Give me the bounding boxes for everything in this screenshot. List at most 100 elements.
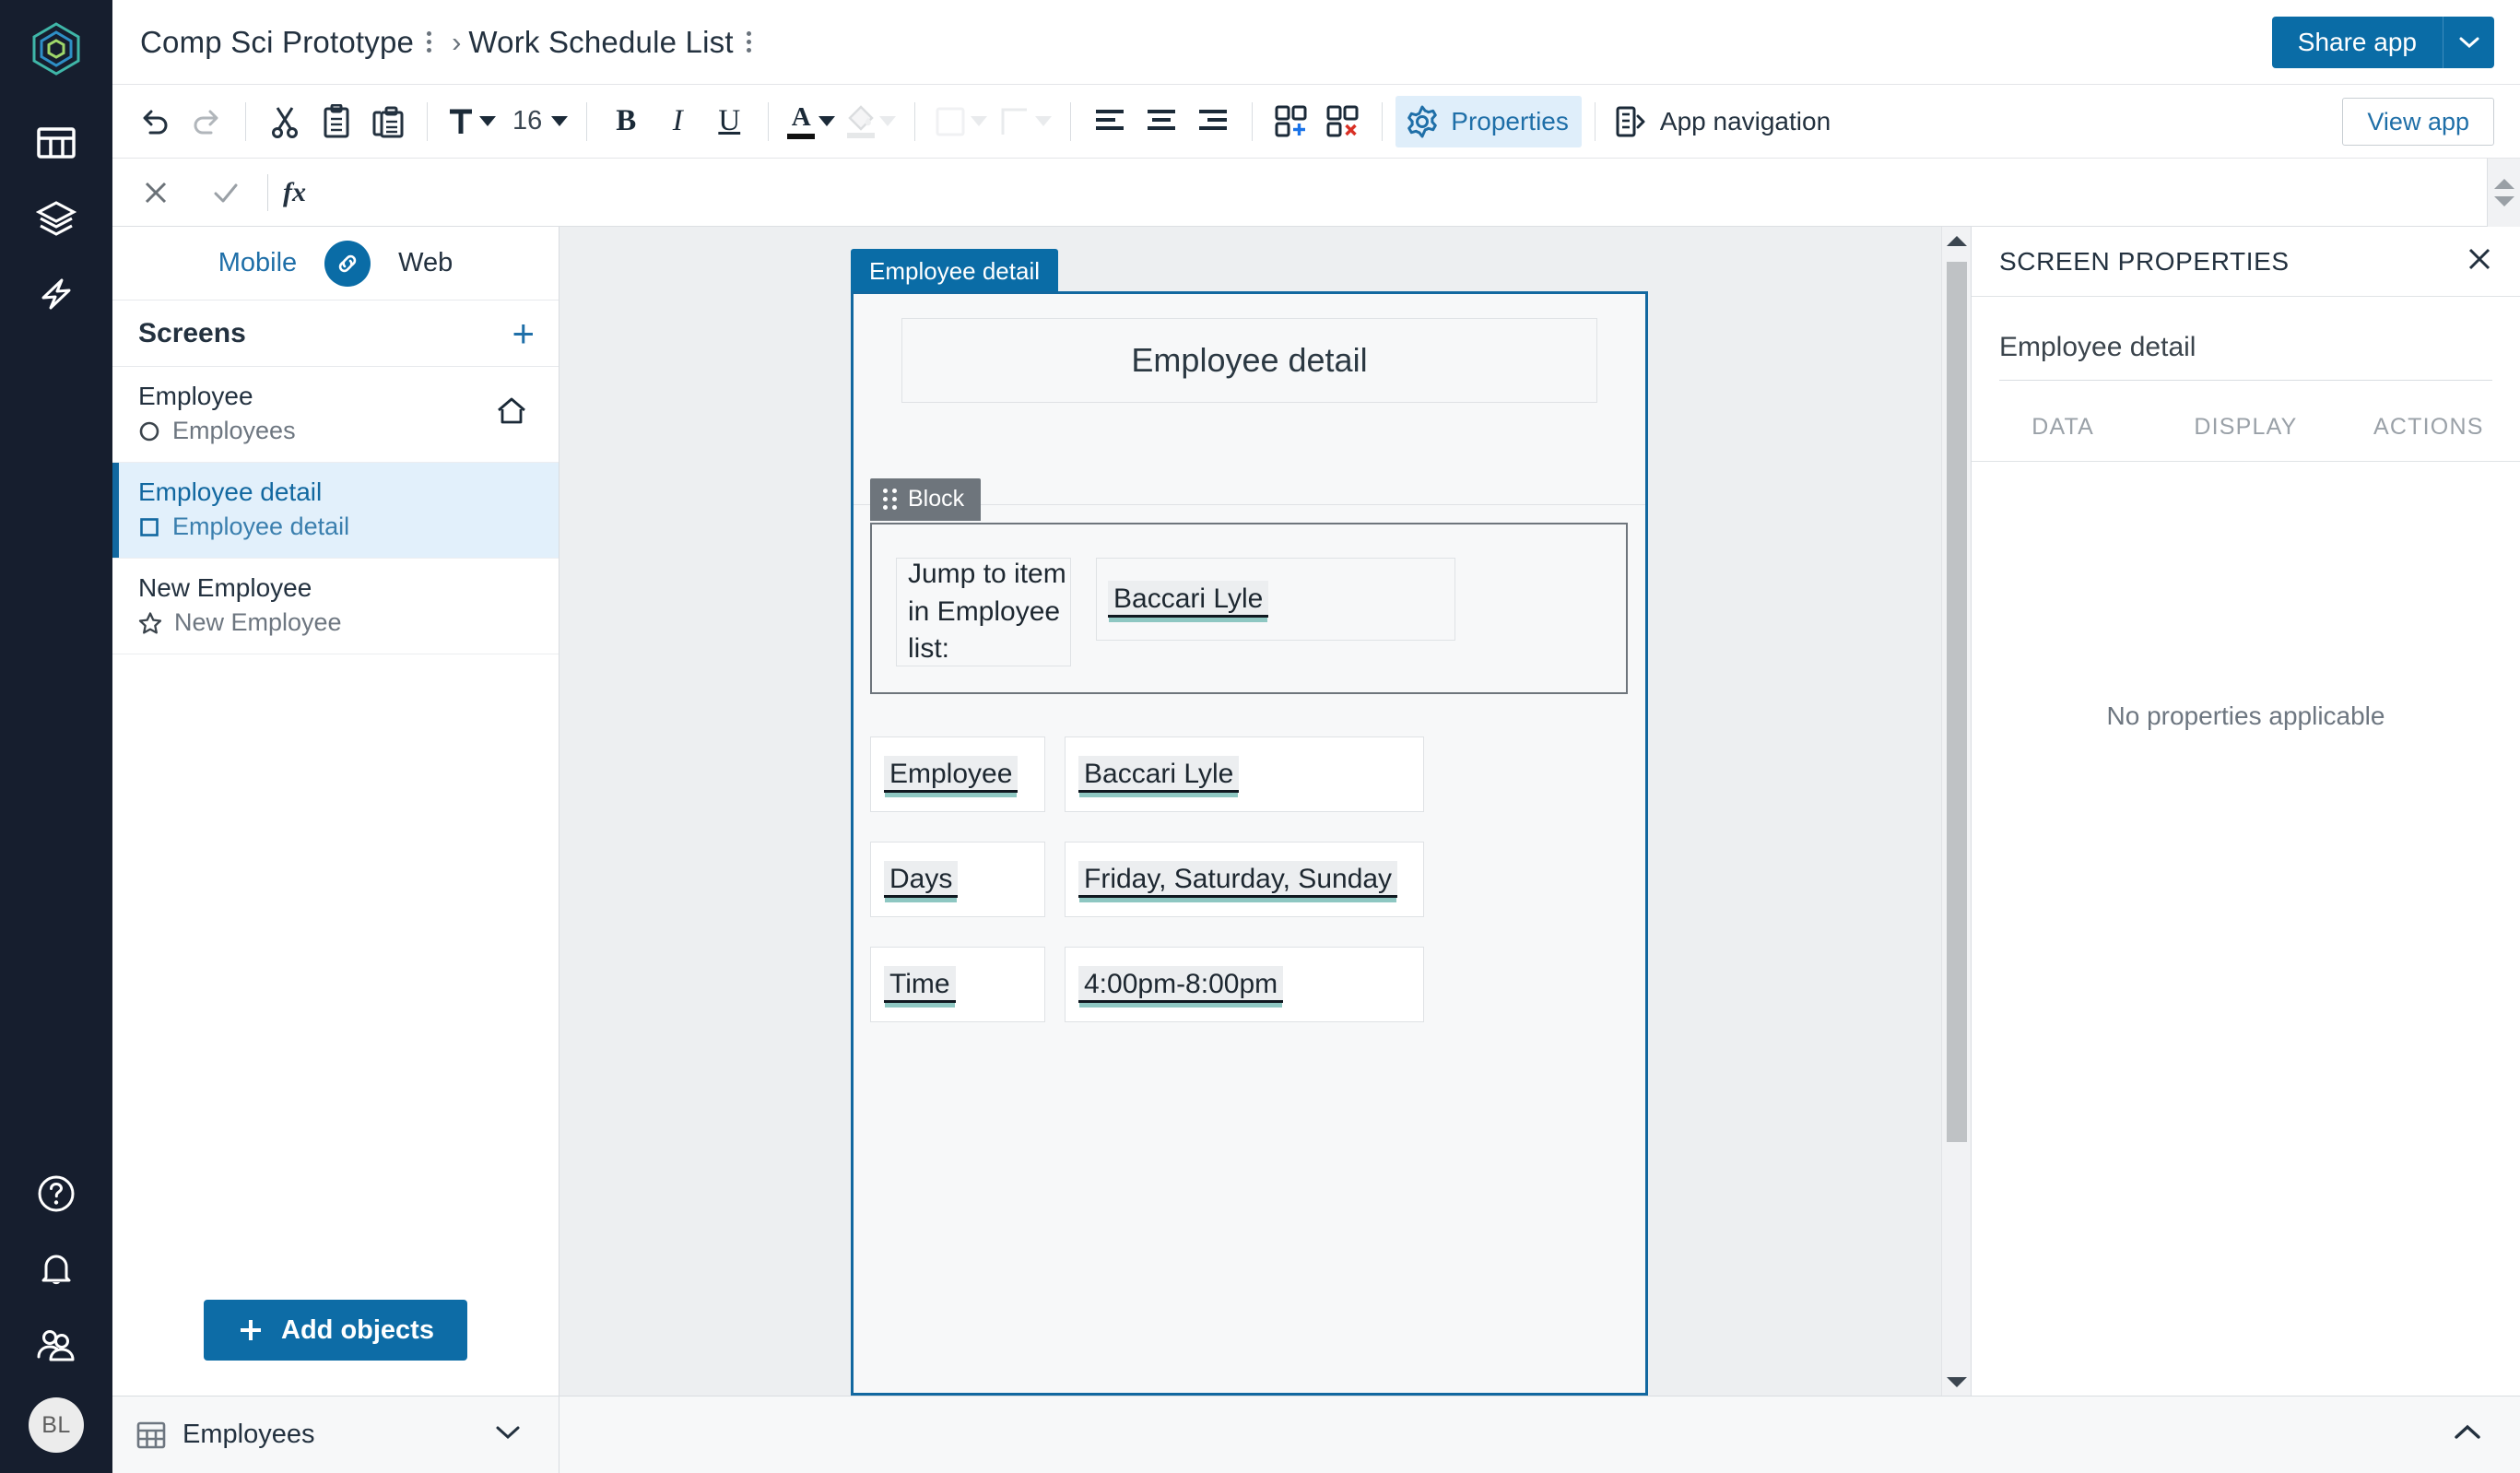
screen-title-cell[interactable]: Employee detail [901,318,1597,403]
toolbar-divider [427,101,428,141]
align-center-button[interactable] [1136,96,1187,147]
cut-button[interactable] [259,96,311,147]
rail-item-team[interactable] [19,1307,93,1383]
properties-label: Properties [1451,106,1569,136]
tab-data[interactable]: DATA [1972,414,2154,461]
screens-title: Screens [138,317,246,348]
app-logo-icon[interactable] [28,20,85,77]
fill-color-caret-icon[interactable] [879,116,897,126]
jump-value: Baccari Lyle [1108,580,1269,619]
copy-button[interactable] [311,96,362,147]
rail-item-app[interactable] [19,181,93,256]
tab-display[interactable]: DISPLAY [2154,414,2337,461]
breadcrumb-app-name[interactable]: Comp Sci Prototype [140,25,414,60]
border-caret-icon[interactable] [1035,116,1053,126]
screen-subtitle: Employees [138,417,535,445]
scroll-down-button[interactable] [1942,1368,1971,1396]
formula-cancel-button[interactable] [129,169,183,217]
sidebar-item-new-employee[interactable]: New Employee New Employee [112,559,559,654]
screen-frame[interactable]: Employee detail Block Jump to item in Em… [851,291,1648,1396]
field-label-cell[interactable]: Days [870,842,1045,917]
view-app-button[interactable]: View app [2342,98,2494,146]
tab-actions[interactable]: ACTIONS [2337,414,2520,461]
block-container[interactable]: Jump to item in Employee list: Baccari L… [870,523,1628,694]
shape-fill-button[interactable] [928,96,993,147]
platform-link-icon[interactable] [324,240,371,287]
field-value-cell[interactable]: Friday, Saturday, Sunday [1065,842,1424,917]
text-color-button[interactable]: A [782,96,841,147]
formula-input[interactable] [306,159,2487,226]
breadcrumb-view-name[interactable]: Work Schedule List [468,25,733,60]
scrollbar-thumb[interactable] [1947,262,1967,1142]
align-left-icon [1096,109,1125,130]
add-screen-button[interactable]: + [512,313,535,353]
share-app-caret-icon[interactable] [2443,17,2494,68]
breadcrumb-view-menu-icon[interactable] [734,31,764,53]
font-size-value: 16 [512,106,543,136]
bold-button[interactable]: B [600,96,652,147]
chevron-down-icon[interactable] [494,1424,522,1445]
field-label-cell[interactable]: Time [870,947,1045,1022]
screen-tab[interactable]: Employee detail [851,249,1058,295]
undo-button[interactable] [129,96,181,147]
top-bar: Comp Sci Prototype › Work Schedule List … [112,0,2520,85]
sidebar-item-employee[interactable]: Employee Employees [112,367,559,463]
rail-item-automation[interactable] [19,256,93,332]
add-cells-button[interactable] [1266,96,1317,147]
text-color-caret-icon[interactable] [818,116,836,126]
scroll-up-button[interactable] [1942,227,1971,254]
font-size-button[interactable]: 16 [501,96,573,147]
triangle-down-icon [1947,1376,1967,1387]
jump-value-cell[interactable]: Baccari Lyle [1096,558,1455,641]
close-icon[interactable] [2467,246,2492,277]
platform-mobile-label[interactable]: Mobile [218,248,297,278]
canvas-scrollbar[interactable] [1941,227,1971,1396]
delete-cells-button[interactable] [1317,96,1369,147]
breadcrumb-app-menu-icon[interactable] [414,31,444,53]
toolbar-divider [914,101,916,141]
italic-button[interactable]: I [652,96,703,147]
align-right-button[interactable] [1187,96,1239,147]
rail-item-help[interactable] [19,1156,93,1231]
font-family-caret-icon[interactable] [479,116,496,126]
field-label: Time [884,965,956,1004]
toolbar-divider [768,101,770,141]
add-objects-button[interactable]: Add objects [204,1300,467,1361]
screen-subtitle-label: Employee detail [172,513,350,540]
border-button[interactable] [993,96,1057,147]
lightning-bolt-icon [41,278,71,310]
table-grid-icon [37,127,76,159]
block-tag[interactable]: Block [870,478,982,521]
platform-web-label[interactable]: Web [398,248,453,278]
add-objects-row: Add objects [112,1300,559,1396]
screen-name-field[interactable]: Employee detail [1999,332,2492,381]
fill-color-button[interactable] [841,96,901,147]
field-value-cell[interactable]: Baccari Lyle [1065,736,1424,812]
shape-fill-caret-icon[interactable] [971,116,988,126]
formula-accept-button[interactable] [199,169,253,217]
jump-label-cell[interactable]: Jump to item in Employee list: [896,558,1071,666]
app-navigation-button[interactable]: App navigation [1608,96,1836,147]
properties-button[interactable]: Properties [1395,95,1582,147]
rail-item-data[interactable] [19,105,93,181]
paste-button[interactable] [362,96,414,147]
redo-button[interactable] [181,96,232,147]
underline-button[interactable]: U [703,96,755,147]
bottom-bar: Employees [112,1396,2520,1473]
avatar[interactable]: BL [29,1397,84,1453]
underline-label: U [718,104,741,137]
font-family-button[interactable] [441,96,501,147]
align-left-button[interactable] [1084,96,1136,147]
drag-grip-icon[interactable] [883,489,897,510]
home-icon[interactable] [496,396,527,430]
rail-item-notifications[interactable] [19,1231,93,1307]
formula-expand-toggle[interactable] [2487,158,2520,227]
collapse-bottom-panel-button[interactable] [2452,1423,2520,1446]
block-tag-label: Block [908,486,965,512]
bottom-table-tab[interactable]: Employees [112,1396,559,1473]
field-value-cell[interactable]: 4:00pm-8:00pm [1065,947,1424,1022]
field-label-cell[interactable]: Employee [870,736,1045,812]
sidebar-item-employee-detail[interactable]: Employee detail Employee detail [112,463,559,559]
share-app-button[interactable]: Share app [2271,17,2443,68]
font-size-caret-icon[interactable] [551,116,569,126]
